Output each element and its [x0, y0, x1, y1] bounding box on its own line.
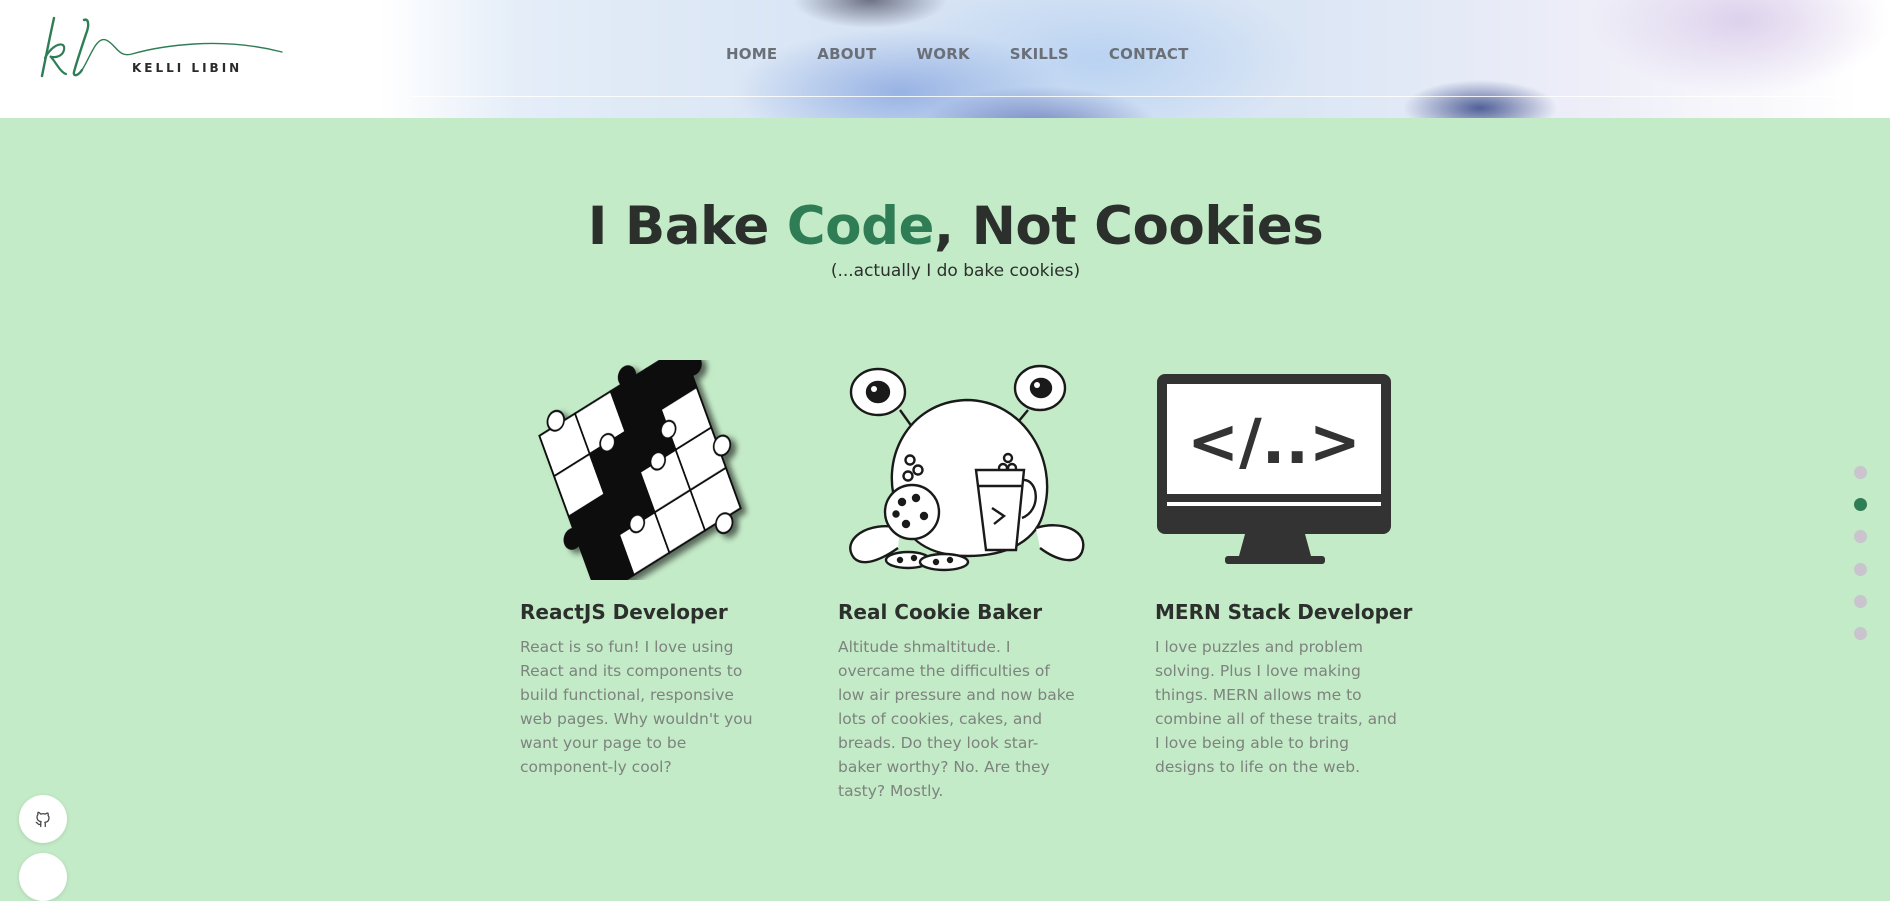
title-accent: Code: [786, 196, 935, 257]
github-icon: [35, 811, 50, 828]
card-title: ReactJS Developer: [520, 600, 728, 624]
social-link-partial[interactable]: [19, 853, 67, 901]
card-text: React is so fun! I love using React and …: [520, 638, 753, 776]
header-divider: [410, 96, 1840, 97]
cookie-monster-icon: [838, 360, 1098, 584]
title-part-2: , Not Cookies: [933, 196, 1324, 257]
section-dot[interactable]: [1854, 530, 1867, 543]
github-link[interactable]: [19, 795, 67, 843]
section-dot[interactable]: [1854, 563, 1867, 576]
nav-home[interactable]: HOME: [726, 45, 777, 63]
section-dot[interactable]: [1854, 627, 1867, 640]
card-title: MERN Stack Developer: [1155, 600, 1413, 624]
page-title: I Bake Code, Not Cookies: [0, 196, 1890, 257]
logo-name: KELLI LIBIN: [132, 61, 243, 75]
card-text: I love puzzles and problem solving. Plus…: [1155, 638, 1397, 776]
nav-contact[interactable]: CONTACT: [1109, 45, 1189, 63]
nav-work[interactable]: WORK: [917, 45, 970, 63]
monitor-code-text: </..>: [1187, 405, 1361, 478]
nav-about[interactable]: ABOUT: [817, 45, 876, 63]
site-header: KELLI LIBIN HOME ABOUT WORK SKILLS CONTA…: [0, 0, 1890, 118]
monitor-code-icon: </..>: [1155, 360, 1395, 574]
section-dot[interactable]: [1854, 595, 1867, 608]
page-subtitle: (...actually I do bake cookies): [830, 261, 1081, 281]
puzzle-icon: [520, 345, 760, 599]
nav-skills[interactable]: SKILLS: [1010, 45, 1069, 63]
card-text: Altitude shmaltitude. I overcame the dif…: [838, 638, 1075, 800]
section-dot-active[interactable]: [1854, 498, 1867, 511]
section-dot[interactable]: [1854, 466, 1867, 479]
card-title: Real Cookie Baker: [838, 600, 1043, 624]
main-nav: HOME ABOUT WORK SKILLS CONTACT: [726, 45, 1189, 63]
title-part-1: I Bake: [587, 196, 787, 257]
